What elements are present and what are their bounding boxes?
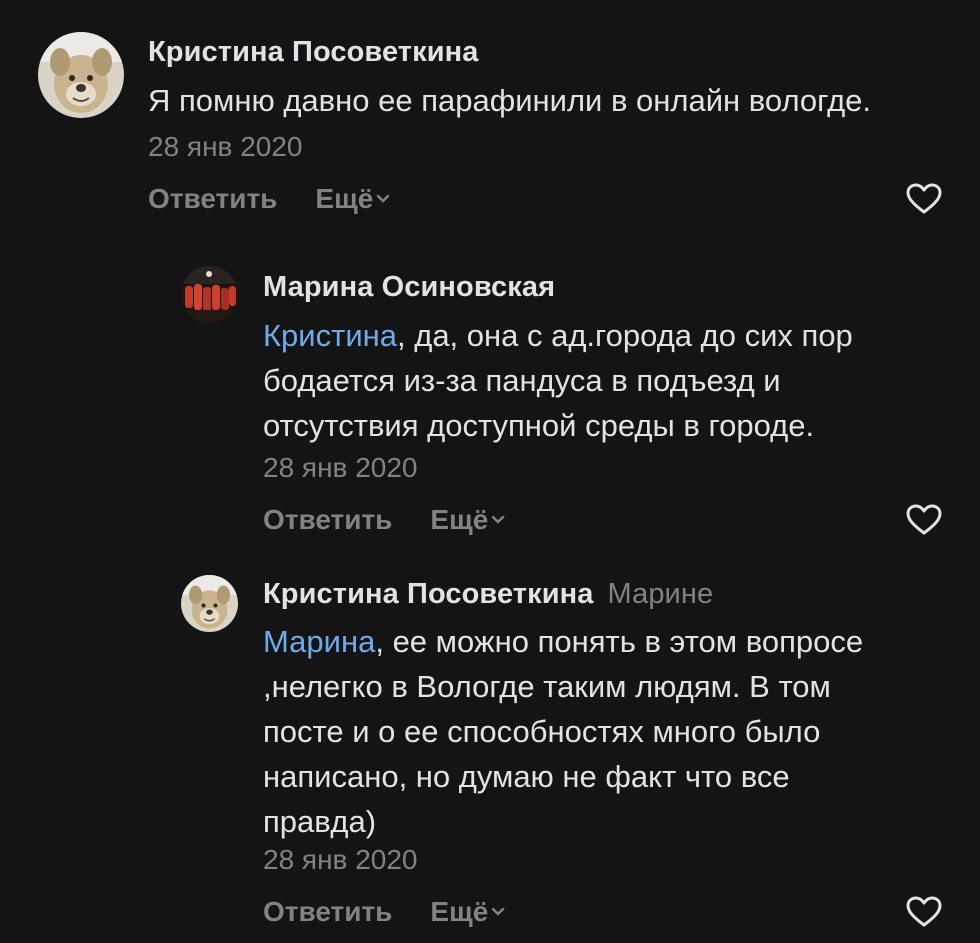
comment-date[interactable]: 28 янв 2020 [148, 131, 303, 163]
reply-to-label[interactable]: Марине [608, 578, 714, 610]
comment-author: Кристина Посоветкина Марине [263, 578, 713, 611]
chevron-down-icon [377, 194, 390, 203]
more-button[interactable]: Ещё [430, 504, 505, 535]
chevron-down-icon [492, 907, 505, 916]
comment-text: Я помню давно ее парафинили в онлайн вол… [148, 78, 948, 123]
dog-photo-avatar [38, 32, 124, 118]
author-name[interactable]: Марина Осиновская [263, 271, 555, 303]
crowd-photo-avatar [181, 266, 238, 323]
heart-outline-icon[interactable] [906, 183, 942, 215]
author-avatar[interactable] [181, 575, 238, 632]
heart-outline-icon[interactable] [906, 504, 942, 536]
comment-date[interactable]: 28 янв 2020 [263, 452, 418, 484]
more-label: Ещё [430, 896, 489, 927]
mention-link[interactable]: Кристина [263, 318, 397, 353]
comment-date[interactable]: 28 янв 2020 [263, 844, 418, 876]
more-button[interactable]: Ещё [315, 183, 390, 214]
comment-author[interactable]: Марина Осиновская [263, 271, 555, 304]
more-label: Ещё [430, 504, 489, 535]
comment-text: Кристина, да, она с ад.города до сих пор… [263, 313, 953, 448]
author-name[interactable]: Кристина Посоветкина [263, 578, 594, 610]
reply-button[interactable]: Ответить [263, 504, 392, 535]
comment-body: Я помню давно ее парафинили в онлайн вол… [148, 83, 872, 118]
reply-button[interactable]: Ответить [148, 183, 277, 214]
more-label: Ещё [315, 183, 374, 214]
comment-actions: Ответить Ещё [263, 896, 505, 928]
comment-author[interactable]: Кристина Посоветкина [148, 36, 479, 69]
author-avatar[interactable] [38, 32, 124, 118]
dog-photo-avatar [181, 575, 238, 632]
comment-text: Марина, ее можно понять в этом вопросе ,… [263, 619, 953, 844]
heart-outline-icon[interactable] [906, 896, 942, 928]
more-button[interactable]: Ещё [430, 896, 505, 927]
author-name[interactable]: Кристина Посоветкина [148, 36, 479, 68]
mention-link[interactable]: Марина [263, 624, 375, 659]
reply-button[interactable]: Ответить [263, 896, 392, 927]
author-avatar[interactable] [181, 266, 238, 323]
chevron-down-icon [492, 515, 505, 524]
comment-actions: Ответить Ещё [263, 504, 505, 536]
comment-actions: Ответить Ещё [148, 183, 390, 215]
